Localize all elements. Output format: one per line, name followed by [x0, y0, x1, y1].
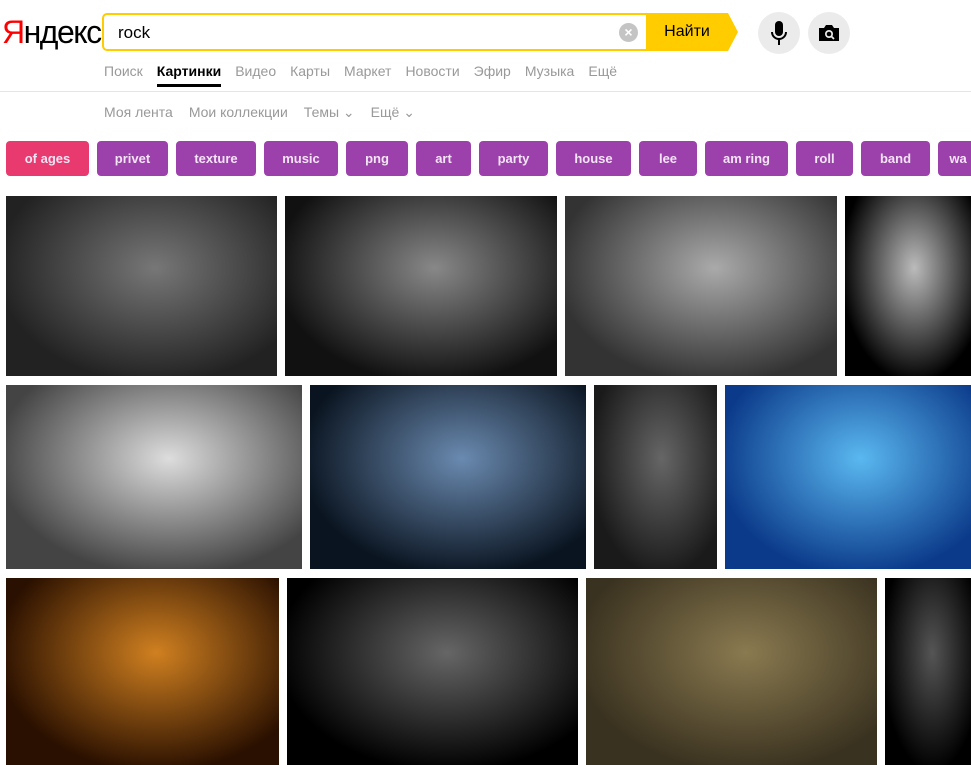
- chip-roll[interactable]: roll: [796, 141, 853, 176]
- submenu-item[interactable]: Моя лента: [104, 104, 173, 121]
- microphone-icon: [771, 21, 787, 45]
- tab-1[interactable]: Картинки: [156, 63, 222, 87]
- camera-search-icon: [819, 25, 839, 41]
- image-thumbnail[interactable]: [725, 385, 971, 569]
- image-thumbnail[interactable]: [6, 196, 277, 376]
- tab-3[interactable]: Карты: [290, 63, 330, 87]
- tab-7[interactable]: Музыка: [525, 63, 575, 87]
- chip-wa[interactable]: wa: [938, 141, 971, 176]
- submenu-item[interactable]: Темы ⌄: [304, 104, 355, 121]
- chip-art[interactable]: art: [416, 141, 471, 176]
- service-tabs: Поиск Картинки Видео Карты Маркет Новости Эфир…: [104, 63, 631, 87]
- divider: [0, 91, 971, 92]
- tab-8[interactable]: Ещё: [588, 63, 617, 87]
- chip-band[interactable]: band: [861, 141, 930, 176]
- tab-0[interactable]: Поиск: [104, 63, 143, 87]
- image-thumbnail[interactable]: [594, 385, 717, 569]
- search-box: ×: [102, 13, 646, 51]
- chip-music[interactable]: music: [264, 141, 338, 176]
- image-thumbnail[interactable]: [845, 196, 971, 376]
- image-thumbnail[interactable]: [310, 385, 586, 569]
- tab-6[interactable]: Эфир: [474, 63, 511, 87]
- tab-4[interactable]: Маркет: [344, 63, 391, 87]
- chip-house[interactable]: house: [556, 141, 631, 176]
- chip-lee[interactable]: lee: [639, 141, 697, 176]
- close-icon[interactable]: ×: [619, 23, 638, 42]
- image-thumbnail[interactable]: [565, 196, 837, 376]
- image-thumbnail[interactable]: [6, 578, 279, 765]
- tab-5[interactable]: Новости: [405, 63, 459, 87]
- tab-2[interactable]: Видео: [235, 63, 276, 87]
- image-thumbnail[interactable]: [6, 385, 302, 569]
- image-thumbnail[interactable]: [885, 578, 971, 765]
- submenu-item[interactable]: Мои коллекции: [189, 104, 288, 121]
- yandex-logo[interactable]: Яндекс: [2, 14, 102, 51]
- image-thumbnail[interactable]: [287, 578, 578, 765]
- chip-texture[interactable]: texture: [176, 141, 256, 176]
- image-thumbnail[interactable]: [285, 196, 557, 376]
- chip-party[interactable]: party: [479, 141, 548, 176]
- chip-of-ages[interactable]: of ages: [6, 141, 89, 176]
- image-search-button[interactable]: [808, 12, 850, 54]
- search-button[interactable]: Найти: [646, 13, 738, 51]
- image-thumbnail[interactable]: [586, 578, 877, 765]
- chip-am-ring[interactable]: am ring: [705, 141, 788, 176]
- submenu: Моя лента Мои коллекции Темы ⌄ Ещё ⌄: [104, 104, 431, 121]
- chip-png[interactable]: png: [346, 141, 408, 176]
- chip-privet[interactable]: privet: [97, 141, 168, 176]
- voice-search-button[interactable]: [758, 12, 800, 54]
- submenu-item[interactable]: Ещё ⌄: [371, 104, 415, 121]
- search-input[interactable]: [116, 22, 600, 44]
